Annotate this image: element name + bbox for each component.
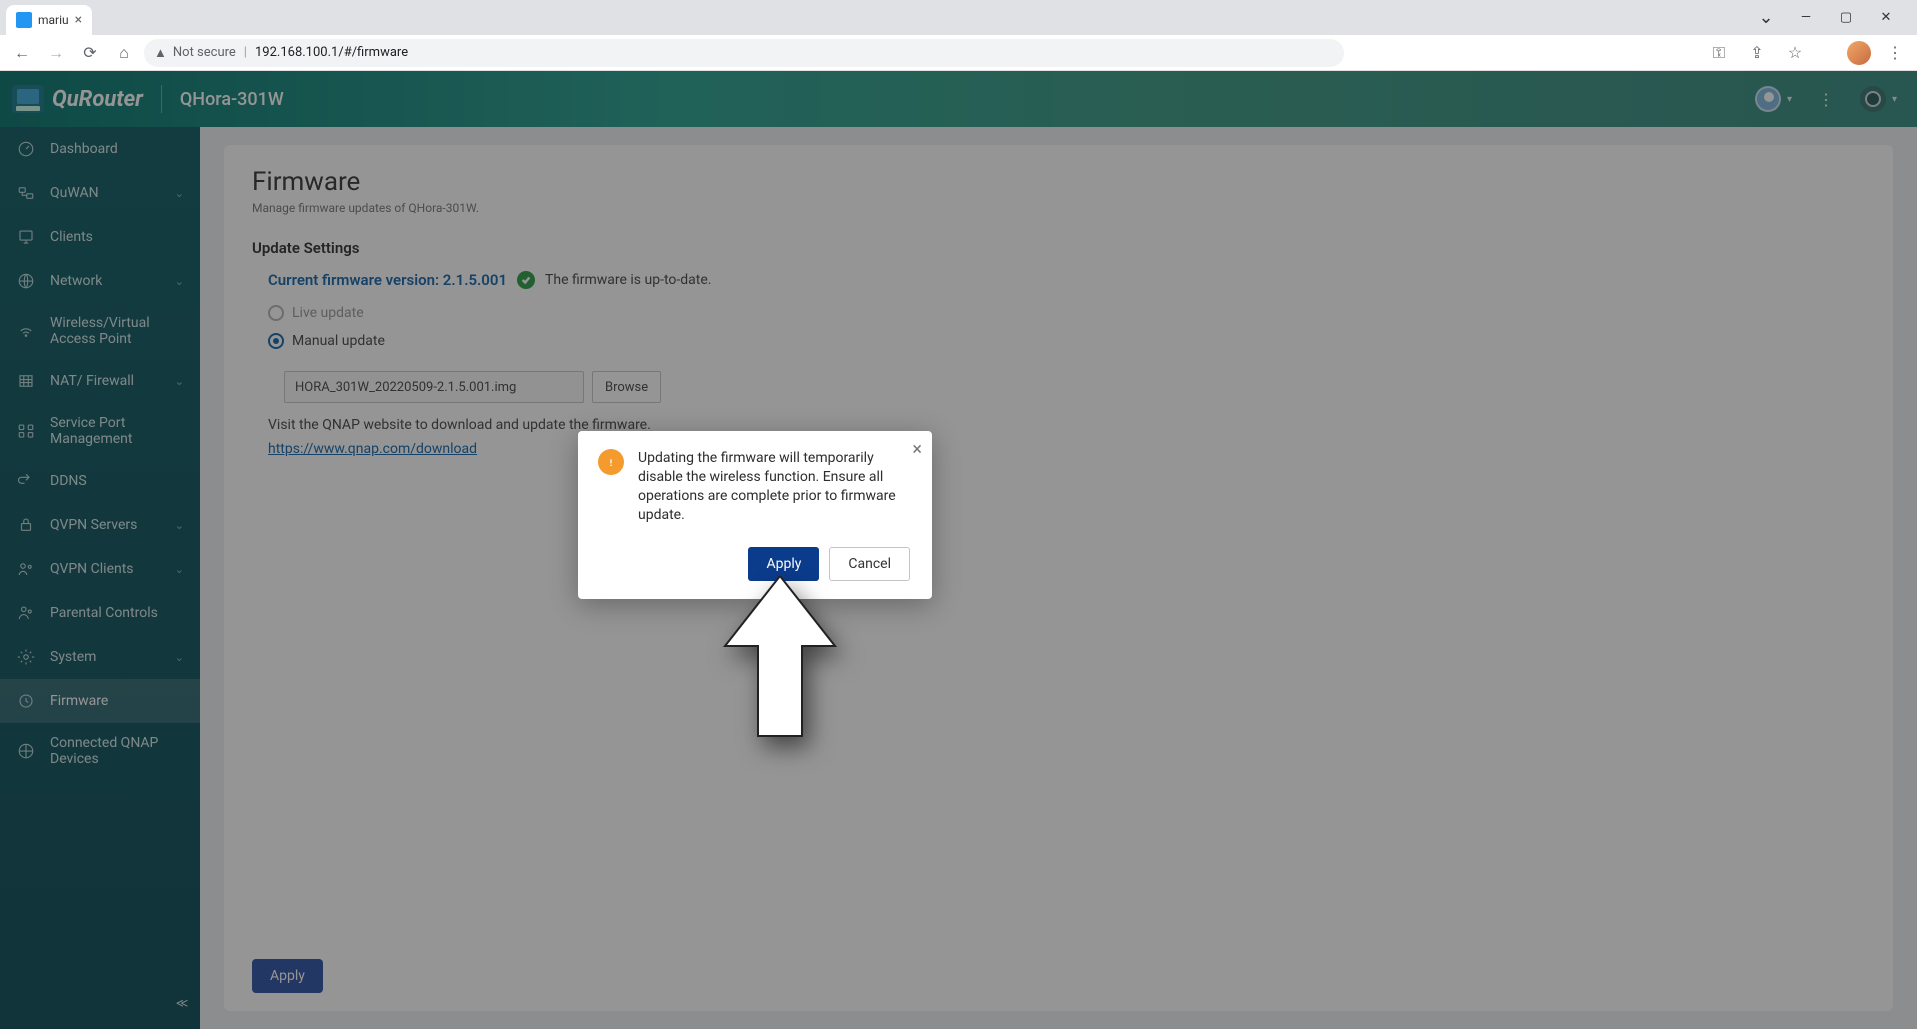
bookmark-star-icon[interactable]: ☆ bbox=[1781, 39, 1809, 67]
share-icon[interactable]: ⇪ bbox=[1743, 39, 1771, 67]
browser-tab[interactable]: mariu × bbox=[6, 5, 92, 35]
tab-title: mariu bbox=[38, 13, 69, 27]
warning-triangle-icon: ▲ bbox=[154, 45, 167, 61]
modal-overlay[interactable] bbox=[0, 71, 1917, 1029]
url-bar[interactable]: ▲ Not secure | 192.168.100.1/#/firmware bbox=[144, 39, 1344, 67]
dialog-close-icon[interactable]: × bbox=[912, 439, 922, 460]
password-key-icon[interactable]: ⚿ bbox=[1705, 39, 1733, 67]
dialog-message: Updating the firmware will temporarily d… bbox=[638, 449, 910, 525]
browser-menu-icon[interactable]: ⋮ bbox=[1881, 39, 1909, 67]
window-close-icon[interactable]: ✕ bbox=[1867, 3, 1905, 33]
window-minimize-icon[interactable]: — bbox=[1787, 3, 1825, 33]
url-divider: | bbox=[244, 45, 247, 60]
browser-titlebar: mariu × ⌄ — ▢ ✕ bbox=[0, 0, 1917, 35]
security-label: Not secure bbox=[173, 45, 236, 60]
nav-reload-icon[interactable]: ⟳ bbox=[76, 39, 104, 67]
browser-toolbar: ← → ⟳ ⌂ ▲ Not secure | 192.168.100.1/#/f… bbox=[0, 35, 1917, 71]
tab-favicon-icon bbox=[16, 12, 32, 28]
nav-home-icon[interactable]: ⌂ bbox=[110, 39, 138, 67]
window-controls: ⌄ — ▢ ✕ bbox=[1747, 0, 1917, 35]
window-maximize-icon[interactable]: ▢ bbox=[1827, 3, 1865, 33]
url-text: 192.168.100.1/#/firmware bbox=[255, 45, 408, 60]
window-dropdown-icon[interactable]: ⌄ bbox=[1747, 3, 1785, 33]
dialog-cancel-button[interactable]: Cancel bbox=[829, 547, 910, 581]
security-indicator[interactable]: ▲ Not secure bbox=[154, 45, 236, 61]
profile-avatar-icon[interactable] bbox=[1847, 41, 1871, 65]
confirm-dialog: × Updating the firmware will temporarily… bbox=[578, 431, 932, 599]
nav-back-icon[interactable]: ← bbox=[8, 39, 36, 67]
dialog-apply-button[interactable]: Apply bbox=[748, 547, 819, 581]
nav-forward-icon[interactable]: → bbox=[42, 39, 70, 67]
warning-icon bbox=[598, 449, 624, 475]
tab-close-icon[interactable]: × bbox=[75, 12, 82, 28]
